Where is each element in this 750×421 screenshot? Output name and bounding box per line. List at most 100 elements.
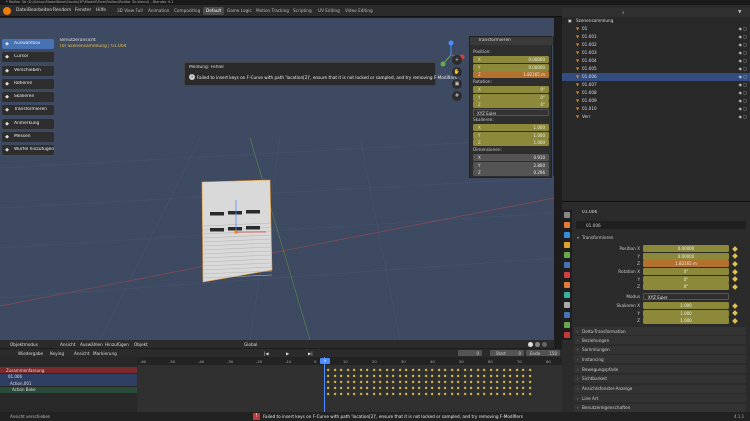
keyframe-marker[interactable] (404, 380, 408, 384)
timeline-channel[interactable]: Action.001 (0, 380, 137, 386)
keyframe-marker[interactable] (495, 380, 499, 384)
keyframe-marker[interactable] (469, 380, 473, 384)
keyframe-marker[interactable] (469, 374, 473, 378)
rolltor-door-mesh[interactable] (200, 178, 274, 283)
tool-transform[interactable]: ◆ Transformieren (2, 105, 54, 115)
timeline-channel[interactable]: Action Bake (0, 386, 137, 393)
keyframe-marker[interactable] (489, 368, 493, 372)
shading-rendered-icon[interactable] (542, 341, 547, 347)
keyframe-marker[interactable] (476, 380, 480, 384)
keyframe-marker[interactable] (346, 392, 350, 396)
keyframe-marker[interactable] (528, 368, 532, 372)
outliner-item[interactable]: ▼ 01.009 ◉ ▢ (562, 97, 750, 105)
keyframe-marker[interactable] (333, 374, 337, 378)
keyframe-marker[interactable] (404, 386, 408, 390)
object-name-field[interactable]: 01.006 (576, 221, 746, 229)
keyframe-marker[interactable] (521, 380, 525, 384)
tool-select-box[interactable]: ◆ Auswahlbox (2, 39, 54, 49)
keyframe-marker[interactable] (463, 386, 467, 390)
rotation-mode-dropdown[interactable]: XYZ Euler (643, 293, 729, 300)
keyframe-marker[interactable] (326, 392, 330, 396)
keyframe-marker[interactable] (437, 380, 441, 384)
keyframe-marker[interactable] (502, 386, 506, 390)
keyframe-marker[interactable] (372, 380, 376, 384)
keyframe-marker[interactable] (482, 374, 486, 378)
tool-cursor[interactable]: ◆ Cursor (2, 52, 54, 62)
keyframe-marker[interactable] (417, 386, 421, 390)
keyframe-marker[interactable] (352, 368, 356, 372)
eye-icon[interactable]: ◉ ▢ (738, 66, 747, 71)
scale-field-2[interactable]: 1.000 (643, 317, 729, 325)
timeline-playback-menu[interactable]: Wiedergabe (18, 351, 43, 356)
outliner-item[interactable]: ▼ Verr ◉ ▢ (562, 113, 750, 121)
eye-icon[interactable]: ◉ ▢ (738, 90, 747, 95)
rotation-field-0[interactable]: 0° (643, 268, 729, 275)
keyframe-marker[interactable] (372, 374, 376, 378)
keyframe-marker[interactable] (437, 392, 441, 396)
tool-add-cube[interactable]: ◆ Würfel hinzufügen (2, 145, 54, 155)
keyframe-marker[interactable] (521, 368, 525, 372)
menu-auswaehlen[interactable]: Auswählen (80, 342, 103, 347)
outliner-item[interactable]: ▼ 01.003 ◉ ▢ (562, 49, 750, 57)
zoom-icon[interactable]: + (452, 55, 462, 65)
jump-start-icon[interactable]: |◀ (264, 351, 269, 356)
timeline-keyframe-area[interactable] (137, 365, 562, 412)
keyframe-marker[interactable] (443, 386, 447, 390)
keyframe-marker[interactable] (404, 392, 408, 396)
keyframe-marker[interactable] (417, 374, 421, 378)
section-6[interactable]: › Ansichtsfenster-Anzeige (574, 384, 746, 393)
section-2[interactable]: › Sammlungen (574, 345, 746, 354)
keyframe-marker[interactable] (443, 392, 447, 396)
keyframe-marker[interactable] (430, 380, 434, 384)
keyframe-marker[interactable] (424, 368, 428, 372)
scale-z-field[interactable]: Z 1.000 (473, 139, 549, 146)
tab-3d-view-full[interactable]: 3D View Full (114, 7, 146, 15)
keyframe-marker[interactable] (385, 380, 389, 384)
section-5[interactable]: › Sichtbarkeit (574, 374, 746, 383)
keyframe-marker[interactable] (456, 392, 460, 396)
camera-view-icon[interactable]: ▣ (452, 79, 462, 89)
keyframe-marker[interactable] (476, 386, 480, 390)
keyframe-marker[interactable] (391, 374, 395, 378)
keyframe-marker[interactable] (339, 368, 343, 372)
keyframe-marker[interactable] (515, 386, 519, 390)
keyframe-marker[interactable] (456, 368, 460, 372)
outliner-item[interactable]: ▼ 01.010 ◉ ▢ (562, 105, 750, 113)
dimensions-y-field[interactable]: Y 2.800 (473, 161, 549, 169)
keyframe-marker[interactable] (391, 392, 395, 396)
jump-end-icon[interactable]: ▶| (308, 351, 313, 356)
keyframe-marker[interactable] (508, 386, 512, 390)
keyframe-marker[interactable] (365, 392, 369, 396)
keyframe-marker[interactable] (450, 380, 454, 384)
playhead[interactable] (324, 357, 325, 412)
mode-selector[interactable]: Objektmodus (10, 342, 38, 347)
filter-icon[interactable]: ▼ (738, 10, 741, 15)
keyframe-marker[interactable] (430, 368, 434, 372)
outliner-item[interactable]: ▼ 01.007 ◉ ▢ (562, 81, 750, 89)
keyframe-marker[interactable] (508, 392, 512, 396)
perspective-grid-icon[interactable]: # (452, 91, 462, 101)
keyframe-marker[interactable] (346, 368, 350, 372)
outliner-item[interactable]: ▼ 01.008 ◉ ▢ (562, 89, 750, 97)
keyframe-marker[interactable] (378, 392, 382, 396)
keyframe-marker[interactable] (333, 392, 337, 396)
keyframe-marker[interactable] (365, 380, 369, 384)
keyframe-marker[interactable] (346, 374, 350, 378)
keyframe-marker[interactable] (469, 368, 473, 372)
keyframe-marker[interactable] (502, 392, 506, 396)
keyframe-marker[interactable] (404, 374, 408, 378)
keyframe-marker[interactable] (456, 386, 460, 390)
keyframe-marker[interactable] (456, 374, 460, 378)
keyframe-marker[interactable] (339, 380, 343, 384)
properties-tab-3-icon[interactable] (564, 242, 570, 248)
play-icon[interactable]: ▶ (286, 351, 289, 356)
keyframe-marker[interactable] (521, 374, 525, 378)
start-frame-field[interactable]: Start 0 (490, 350, 524, 356)
properties-tab-0-icon[interactable] (564, 212, 570, 218)
section-3[interactable]: › Instancing (574, 355, 746, 364)
keyframe-marker[interactable] (495, 374, 499, 378)
keyframe-marker[interactable] (528, 374, 532, 378)
tool-rotate[interactable]: ◆ Rotieren (2, 79, 54, 89)
keyframe-marker[interactable] (411, 368, 415, 372)
tab-default[interactable]: Default (203, 7, 225, 15)
